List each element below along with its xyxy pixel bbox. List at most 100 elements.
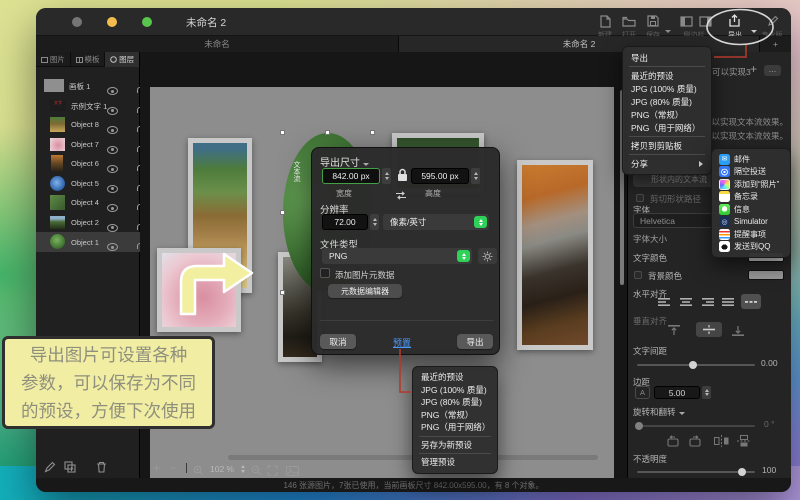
layer-row-sample-text[interactable]: 文字 示例文字 1 xyxy=(36,96,140,116)
align-none-icon[interactable] xyxy=(741,294,761,309)
layer-row-artboard[interactable]: 画板 1 xyxy=(36,76,140,96)
visibility-icon[interactable] xyxy=(107,165,118,173)
share-item-messages[interactable]: 信息 xyxy=(712,203,790,216)
swap-dimensions-icon[interactable] xyxy=(394,187,408,205)
clip-shape-checkbox[interactable] xyxy=(636,194,644,202)
filetype-select[interactable]: PNG xyxy=(322,248,472,264)
filetype-settings-button[interactable] xyxy=(478,248,497,264)
preset-item-jpg-80[interactable]: JPG (80% 质量) xyxy=(413,396,497,409)
opacity-knob[interactable] xyxy=(738,468,746,476)
open-folder-icon[interactable] xyxy=(621,14,637,28)
add-button[interactable]: + xyxy=(750,62,757,76)
zoom-out-button[interactable]: − xyxy=(170,461,177,475)
visibility-icon[interactable] xyxy=(107,87,118,95)
visibility-icon[interactable] xyxy=(107,243,118,251)
layer-row-object4[interactable]: Object 4 xyxy=(36,193,140,213)
lock-aspect-icon[interactable] xyxy=(396,168,409,188)
add-tab-button[interactable]: + xyxy=(760,36,791,52)
margin-stepper[interactable] xyxy=(702,386,711,399)
share-item-photos[interactable]: 添加到“照片” xyxy=(712,178,790,191)
selection-handle[interactable] xyxy=(370,130,375,135)
align-center-icon[interactable] xyxy=(679,297,693,307)
preset-item-png-normal[interactable]: PNG（常规） xyxy=(413,409,497,422)
valign-middle-icon[interactable] xyxy=(696,322,722,337)
share-item-mail[interactable]: ✉邮件 xyxy=(712,153,790,166)
rotate-right-icon[interactable] xyxy=(688,435,702,447)
menu-item-copy-clipboard[interactable]: 拷贝到剪贴板 xyxy=(623,139,711,152)
visibility-icon[interactable] xyxy=(107,204,118,212)
layer-row-object7[interactable]: Object 7 xyxy=(36,135,140,155)
metadata-editor-button[interactable]: 元数据编辑器 xyxy=(328,284,402,298)
preset-item-jpg-100[interactable]: JPG (100% 质量) xyxy=(413,384,497,397)
layer-row-object1-selected[interactable]: Object 1 xyxy=(36,232,140,252)
share-item-simulator[interactable]: ◎Simulator xyxy=(712,216,790,229)
menu-item-png-normal[interactable]: PNG（常规） xyxy=(623,108,711,121)
visibility-icon[interactable] xyxy=(107,185,118,193)
width-input[interactable]: 842.00 px xyxy=(322,168,380,184)
zoom-button[interactable] xyxy=(142,17,152,27)
preset-item-recent[interactable]: 最近的预设 xyxy=(413,371,497,384)
rotate-left-icon[interactable] xyxy=(666,435,680,447)
resolution-stepper[interactable] xyxy=(370,214,379,230)
export-share-icon[interactable] xyxy=(726,14,742,28)
cancel-button[interactable]: 取消 xyxy=(320,334,356,349)
selection-handle[interactable] xyxy=(280,290,285,295)
sidebar-right-icon[interactable] xyxy=(697,14,713,28)
selection-handle[interactable] xyxy=(280,210,285,215)
width-stepper[interactable] xyxy=(382,168,391,184)
more-button[interactable]: … xyxy=(764,65,781,76)
preset-item-png-web[interactable]: PNG（用于网络） xyxy=(413,421,497,434)
save-icon[interactable] xyxy=(645,14,661,28)
tab-untitled[interactable]: 未命名 xyxy=(36,36,399,52)
share-item-notes[interactable]: 备忘录 xyxy=(712,191,790,204)
selection-handle[interactable] xyxy=(325,130,330,135)
zoom-stepper[interactable] xyxy=(239,464,247,474)
layer-row-object6[interactable]: Object 6 xyxy=(36,154,140,174)
visibility-icon[interactable] xyxy=(107,126,118,134)
menu-item-export[interactable]: 导出 xyxy=(623,51,711,64)
align-justify-icon[interactable] xyxy=(721,297,735,307)
new-document-icon[interactable] xyxy=(597,14,613,28)
sidebar-tab-images[interactable]: 图片 xyxy=(36,52,71,67)
rotation-slider[interactable] xyxy=(637,425,755,427)
valign-bottom-icon[interactable] xyxy=(732,325,744,336)
menu-item-jpg-80[interactable]: JPG (80% 质量) xyxy=(623,95,711,108)
bg-color-checkbox[interactable] xyxy=(634,271,642,279)
layer-row-object8[interactable]: Object 8 xyxy=(36,115,140,135)
share-item-reminders[interactable]: 提醒事项 xyxy=(712,228,790,241)
export-button[interactable]: 导出 xyxy=(457,334,493,349)
visibility-icon[interactable] xyxy=(107,146,118,154)
valign-top-icon[interactable] xyxy=(668,325,680,336)
resolution-input[interactable]: 72.00 xyxy=(322,214,368,230)
sidebar-left-icon[interactable] xyxy=(678,14,694,28)
menu-item-share[interactable]: 分享 xyxy=(623,157,711,170)
presets-link[interactable]: 预置 xyxy=(393,336,411,349)
selection-handle[interactable] xyxy=(280,130,285,135)
metadata-checkbox[interactable] xyxy=(320,268,330,278)
share-item-airdrop[interactable]: 隔空投送 xyxy=(712,166,790,179)
layer-row-object2[interactable]: Object 2 xyxy=(36,213,140,233)
letter-spacing-knob[interactable] xyxy=(689,361,697,369)
align-right-icon[interactable] xyxy=(700,297,714,307)
bg-color-swatch[interactable] xyxy=(748,270,784,280)
pro-pencil-icon[interactable] xyxy=(765,14,781,28)
layer-row-object5[interactable]: Object 5 xyxy=(36,174,140,194)
sidebar-tab-templates[interactable]: 模板 xyxy=(71,52,106,67)
visibility-icon[interactable] xyxy=(107,224,118,232)
flip-vertical-icon[interactable] xyxy=(737,435,751,447)
minimize-button[interactable] xyxy=(107,17,117,27)
share-item-qq[interactable]: 发送到QQ xyxy=(712,241,790,254)
close-button[interactable] xyxy=(72,17,82,27)
menu-item-recent-presets[interactable]: 最近的预设 xyxy=(623,69,711,82)
zoom-in-button[interactable]: + xyxy=(153,461,160,475)
preset-item-save-new[interactable]: 另存为新预设 xyxy=(413,439,497,452)
chevron-down-icon[interactable] xyxy=(363,163,369,166)
duplicate-icon[interactable] xyxy=(64,460,77,478)
visibility-icon[interactable] xyxy=(107,107,118,115)
menu-item-png-web[interactable]: PNG（用于网络） xyxy=(623,121,711,134)
picture-autumn-leaves[interactable] xyxy=(517,160,593,350)
trash-icon[interactable] xyxy=(96,460,107,478)
resolution-unit-select[interactable]: 像素/英寸 xyxy=(383,214,489,230)
margin-input[interactable]: 5.00 xyxy=(654,386,700,399)
preset-item-manage[interactable]: 管理预设 xyxy=(413,456,497,469)
